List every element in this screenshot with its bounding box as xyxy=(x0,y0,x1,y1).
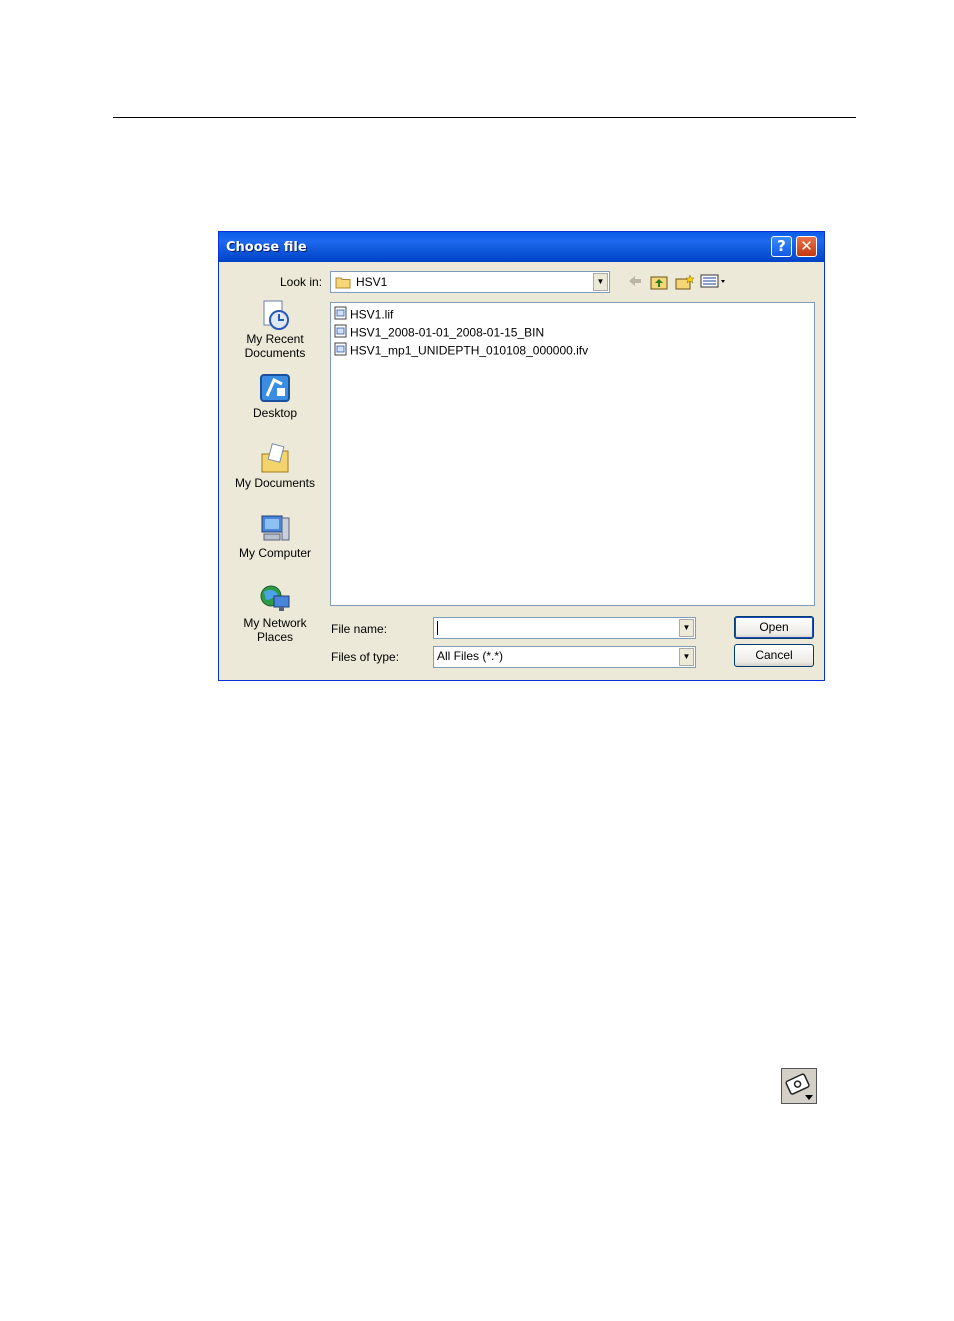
up-folder-icon[interactable] xyxy=(650,274,668,294)
file-icon xyxy=(334,342,347,359)
cd-drive-icon[interactable] xyxy=(781,1068,817,1104)
place-label-line-2: Documents xyxy=(244,346,306,360)
file-list[interactable]: HSV1.lif HSV1_2008-01-01_2008-01-15_BIN … xyxy=(330,302,815,606)
views-menu-icon[interactable] xyxy=(700,274,728,292)
files-of-type-value: All Files (*.*) xyxy=(437,649,504,663)
list-item[interactable]: HSV1_mp1_UNIDEPTH_010108_000000.ifv xyxy=(334,342,588,359)
place-label-line-1: My Network xyxy=(243,616,307,630)
back-arrow-icon[interactable] xyxy=(627,274,643,292)
title-bar[interactable]: Choose file ? ✕ xyxy=(219,232,824,262)
place-my-recent-documents[interactable]: My Recent Documents xyxy=(227,298,323,360)
place-label-line-1: My Documents xyxy=(234,476,316,490)
chevron-down-icon[interactable]: ▼ xyxy=(593,273,608,291)
folder-icon xyxy=(335,276,351,292)
my-computer-icon xyxy=(258,512,292,546)
look-in-value: HSV1 xyxy=(356,275,388,289)
place-desktop[interactable]: Desktop xyxy=(227,372,323,420)
list-item[interactable]: HSV1.lif xyxy=(334,306,393,323)
recent-documents-icon xyxy=(258,298,292,332)
chevron-down-icon[interactable]: ▼ xyxy=(679,648,694,666)
close-button[interactable]: ✕ xyxy=(796,236,817,257)
help-button[interactable]: ? xyxy=(771,236,792,257)
list-item[interactable]: HSV1_2008-01-01_2008-01-15_BIN xyxy=(334,324,544,341)
place-label-line-2: Places xyxy=(256,630,294,644)
place-my-documents[interactable]: My Documents xyxy=(227,442,323,490)
file-name: HSV1.lif xyxy=(350,307,394,322)
choose-file-dialog: Choose file ? ✕ Look in: HSV1 ▼ My Recen… xyxy=(218,231,825,681)
network-places-icon xyxy=(258,582,292,616)
place-my-network-places[interactable]: My Network Places xyxy=(227,582,323,644)
text-cursor xyxy=(437,621,438,635)
file-icon xyxy=(334,324,347,341)
desktop-icon xyxy=(258,372,292,406)
page-header-rule xyxy=(113,117,856,118)
file-name: HSV1_mp1_UNIDEPTH_010108_000000.ifv xyxy=(350,343,589,358)
my-documents-icon xyxy=(258,442,292,476)
place-label-line-1: My Computer xyxy=(238,546,312,560)
file-icon xyxy=(334,306,347,323)
open-button[interactable]: Open xyxy=(734,616,814,639)
new-folder-icon[interactable] xyxy=(675,274,695,294)
files-of-type-label: Files of type: xyxy=(331,650,400,664)
file-name-input[interactable]: ▼ xyxy=(433,617,696,639)
cancel-button[interactable]: Cancel xyxy=(734,644,814,667)
look-in-label: Look in: xyxy=(280,275,323,289)
file-name-label: File name: xyxy=(331,622,388,636)
look-in-select[interactable]: HSV1 ▼ xyxy=(330,271,610,293)
chevron-down-icon[interactable]: ▼ xyxy=(679,619,694,637)
dialog-title: Choose file xyxy=(226,240,307,255)
place-label-line-1: Desktop xyxy=(252,406,298,420)
place-my-computer[interactable]: My Computer xyxy=(227,512,323,560)
files-of-type-select[interactable]: All Files (*.*) ▼ xyxy=(433,646,696,668)
place-label-line-1: My Recent xyxy=(246,332,304,346)
file-name: HSV1_2008-01-01_2008-01-15_BIN xyxy=(350,325,545,340)
